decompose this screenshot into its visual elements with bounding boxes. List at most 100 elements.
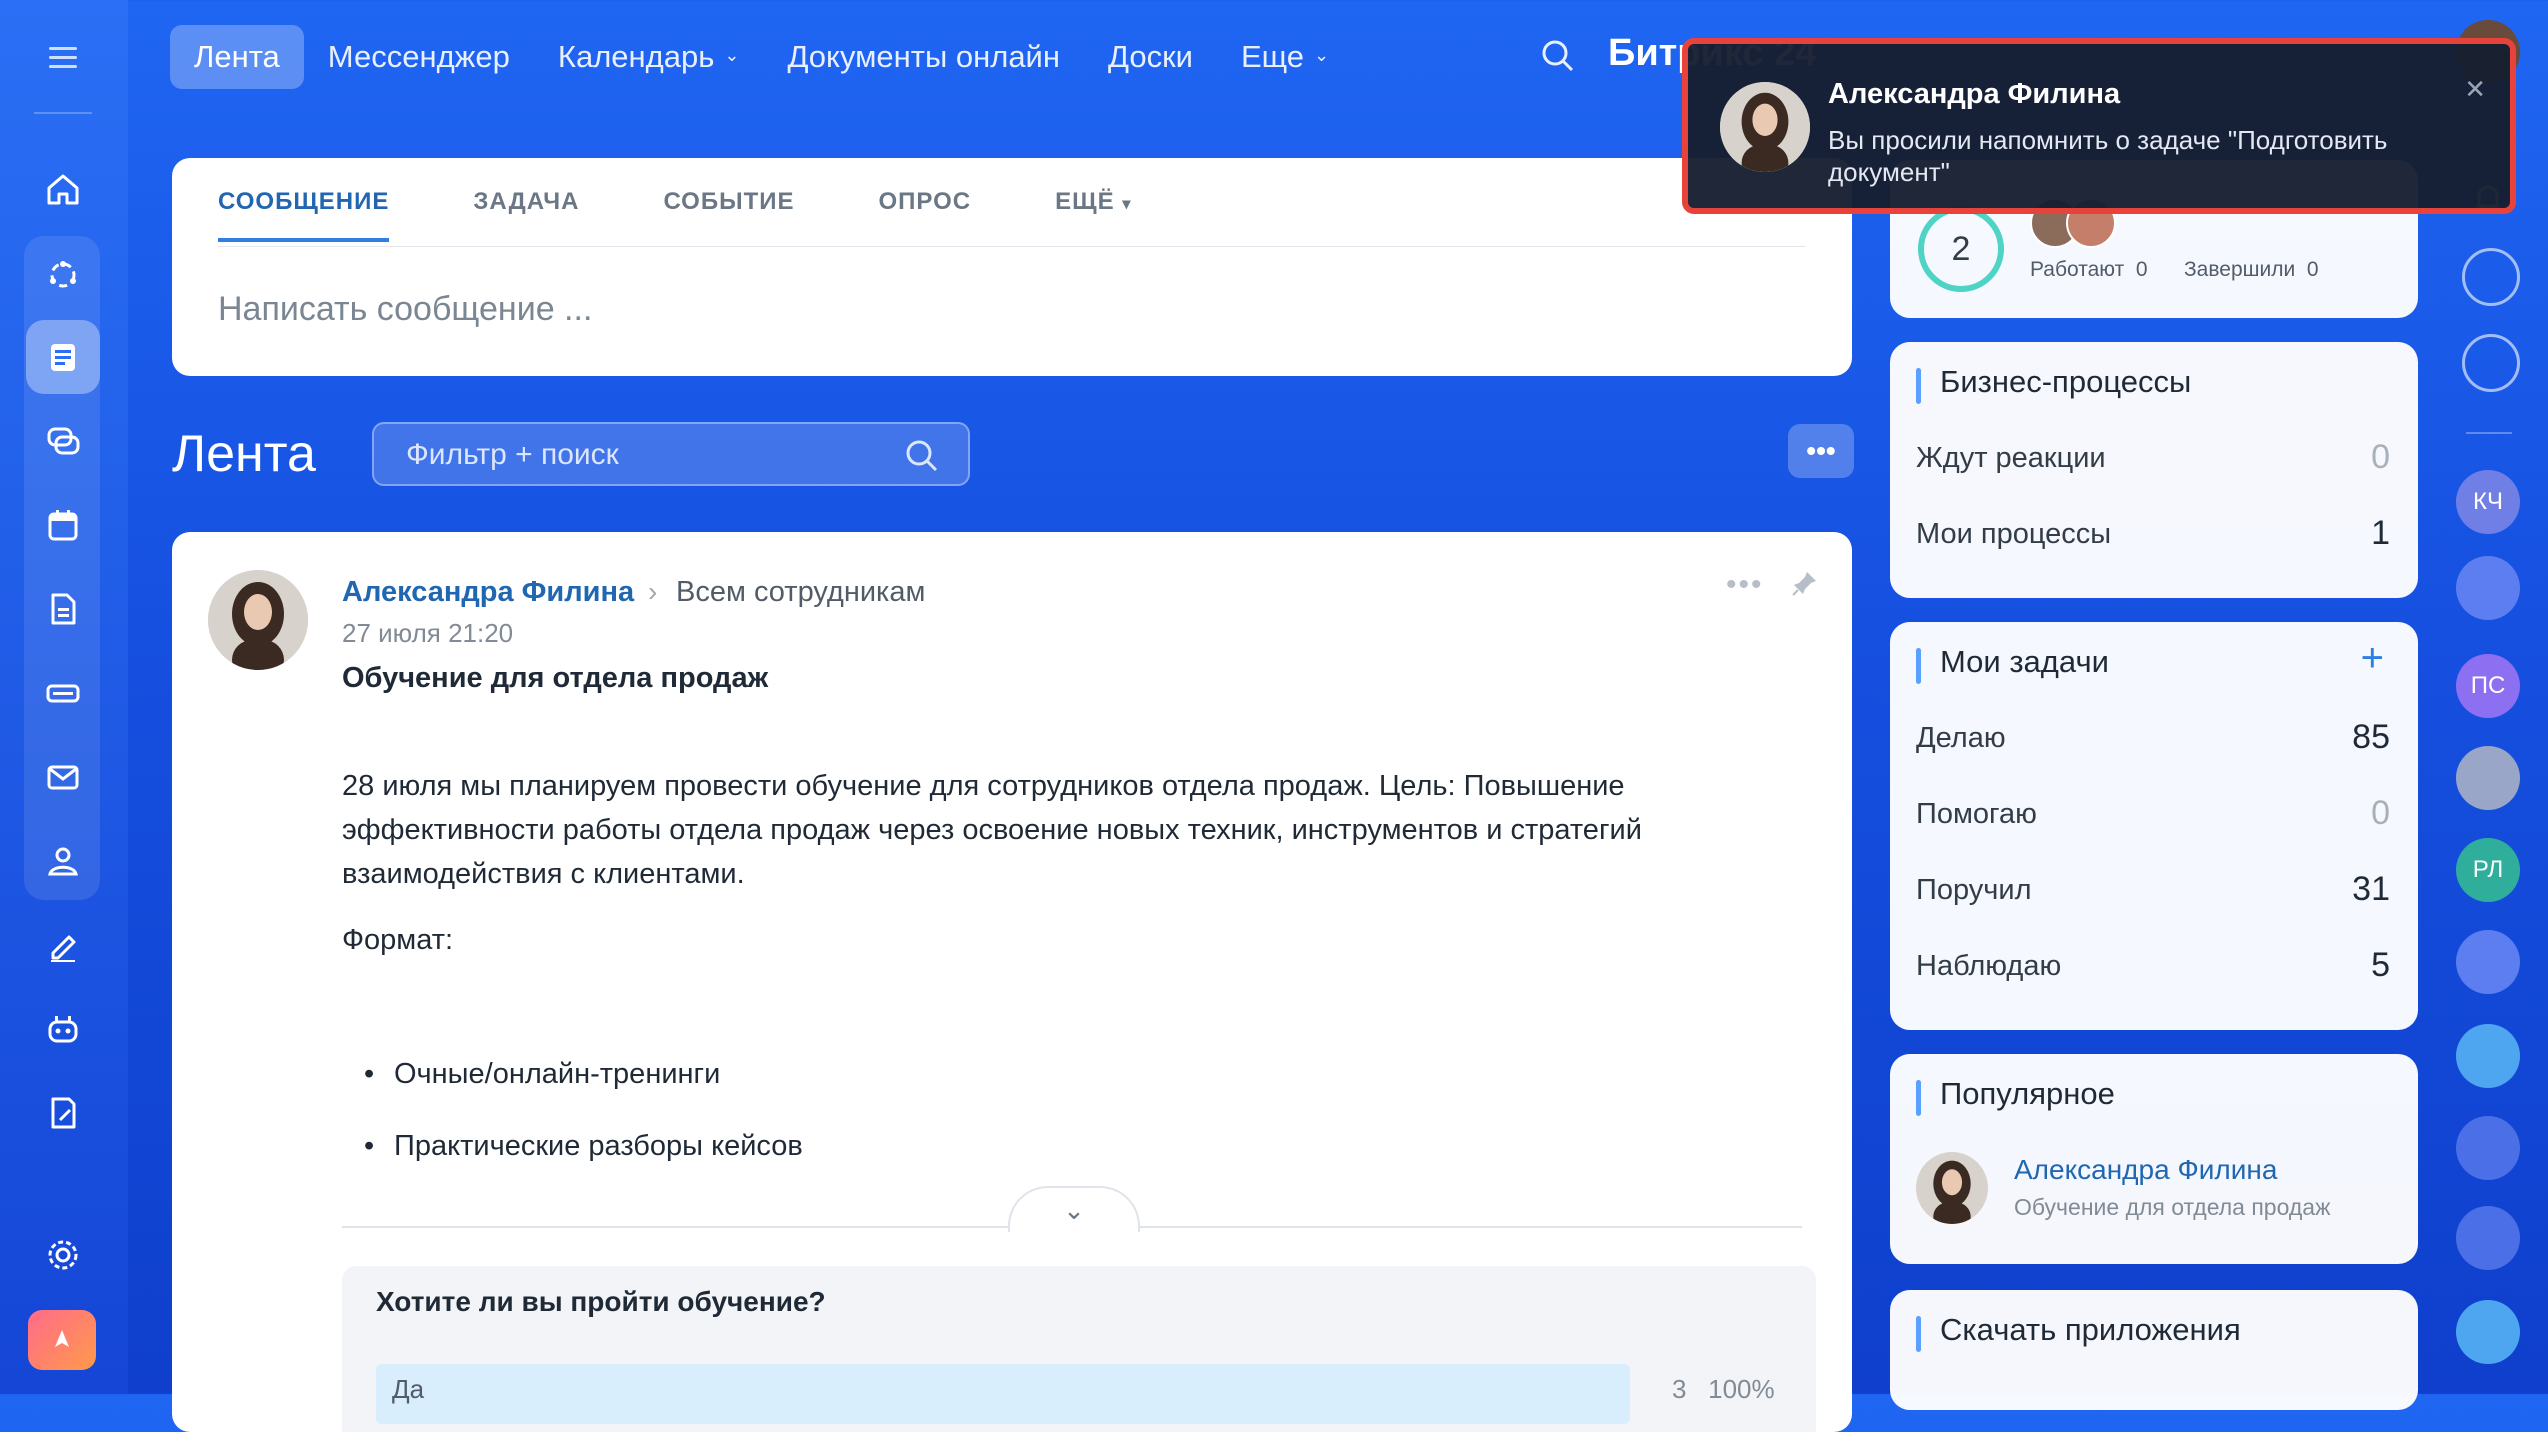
chat-avatar[interactable]: РЛ xyxy=(2456,838,2520,902)
lock-icon[interactable] xyxy=(2456,1116,2520,1180)
nav-item-feed[interactable]: Лента xyxy=(170,25,304,89)
add-task-button[interactable]: + xyxy=(2361,636,2384,681)
pin-icon[interactable] xyxy=(1790,568,1820,603)
settings-icon[interactable] xyxy=(26,1218,100,1292)
poll-question: Хотите ли вы пройти обучение? xyxy=(376,1286,826,1317)
tasks-watching-label[interactable]: Наблюдаю xyxy=(1916,950,2061,983)
robot-icon[interactable] xyxy=(26,992,100,1066)
reminder-notification[interactable]: Александра Филина Вы просили напомнить о… xyxy=(1682,38,2516,214)
activity-icon[interactable] xyxy=(2462,248,2520,306)
bp-mine-label[interactable]: Мои процессы xyxy=(1916,518,2111,551)
close-icon[interactable]: ✕ xyxy=(2464,74,2486,105)
sign-icon[interactable] xyxy=(26,908,100,982)
post-title: Обучение для отдела продаж xyxy=(342,662,769,694)
filter-placeholder: Фильтр + поиск xyxy=(406,438,619,471)
tab-event[interactable]: СОБЫТИЕ xyxy=(663,188,794,242)
calendar-icon[interactable] xyxy=(26,488,100,562)
search-icon[interactable] xyxy=(902,436,942,481)
list-item: Практические разборы кейсов xyxy=(364,1130,803,1163)
accent-bar xyxy=(1916,1080,1921,1116)
nav-item-calendar[interactable]: Календарь ⌄ xyxy=(534,25,764,89)
widget-title: Популярное xyxy=(1940,1076,2115,1111)
drive-icon[interactable] xyxy=(26,656,100,730)
poll-option-label: Да xyxy=(392,1374,425,1404)
nav-item-more[interactable]: Еще ⌄ xyxy=(1217,25,1353,89)
working-stat: Работают 0 xyxy=(2030,258,2148,282)
chat-avatar[interactable] xyxy=(2456,746,2520,810)
chat-avatar[interactable]: ПС xyxy=(2456,654,2520,718)
menu-icon[interactable] xyxy=(26,20,100,94)
nav-item-messenger[interactable]: Мессенджер xyxy=(304,25,534,89)
widget-title[interactable]: Бизнес-процессы xyxy=(1940,364,2191,400)
working-value: 0 xyxy=(2135,258,2148,281)
widget-title: Скачать приложения xyxy=(1940,1312,2241,1347)
widget-title[interactable]: Мои задачи xyxy=(1940,644,2109,680)
expand-post-button[interactable]: ⌄ xyxy=(1008,1186,1140,1232)
more-options-button[interactable]: ••• xyxy=(1788,424,1854,478)
home-icon[interactable] xyxy=(26,152,100,226)
bot-icon[interactable] xyxy=(2456,1024,2520,1088)
tasks-helping-label[interactable]: Помогаю xyxy=(1916,798,2037,831)
chat-avatar[interactable]: КЧ xyxy=(2456,470,2520,534)
my-tasks-widget: Мои задачи + Делаю 85 Помогаю 0 Поручил … xyxy=(1890,622,2418,1030)
tab-more[interactable]: ЕЩЁ ▾ xyxy=(1055,188,1131,242)
filter-search-input[interactable]: Фильтр + поиск xyxy=(372,422,970,486)
business-processes-widget: Бизнес-процессы Ждут реакции 0 Мои проце… xyxy=(1890,342,2418,598)
nav-item-label: Мессенджер xyxy=(327,39,510,74)
employees-icon[interactable] xyxy=(26,824,100,898)
tasks-doing-label[interactable]: Делаю xyxy=(1916,722,2006,755)
nav-item-boards[interactable]: Доски xyxy=(1084,25,1217,89)
composer-tabs: СООБЩЕНИЕ ЗАДАЧА СОБЫТИЕ ОПРОС ЕЩЁ ▾ xyxy=(218,188,1131,242)
search-icon[interactable] xyxy=(1538,36,1578,81)
post-destination[interactable]: Всем сотрудникам xyxy=(676,576,925,609)
group-chat-icon[interactable] xyxy=(2456,930,2520,994)
notification-title: Александра Филина xyxy=(1828,78,2121,110)
support-icon[interactable] xyxy=(2456,1300,2520,1364)
feed-icon[interactable] xyxy=(26,320,100,394)
accent-bar xyxy=(1916,648,1921,684)
lock-icon[interactable] xyxy=(2456,1206,2520,1270)
nav-item-documents[interactable]: Документы онлайн xyxy=(763,25,1084,89)
edit-doc-icon[interactable] xyxy=(26,1076,100,1150)
author-avatar[interactable] xyxy=(208,570,308,670)
post-menu-icon[interactable]: ••• xyxy=(1726,568,1764,602)
post-date[interactable]: 27 июля 21:20 xyxy=(342,618,513,649)
rocket-icon[interactable] xyxy=(28,1310,96,1370)
bp-waiting-label[interactable]: Ждут реакции xyxy=(1916,442,2106,475)
message-input[interactable]: Написать сообщение ... xyxy=(218,290,592,329)
nav-item-label: Лента xyxy=(194,39,280,74)
tab-task[interactable]: ЗАДАЧА xyxy=(473,188,579,242)
poll-option-count: 3 100% xyxy=(1672,1374,1775,1405)
chevron-down-icon: ⌄ xyxy=(724,44,740,65)
mail-icon[interactable] xyxy=(26,740,100,814)
caret-down-icon: ▾ xyxy=(1122,196,1132,213)
post-composer: СООБЩЕНИЕ ЗАДАЧА СОБЫТИЕ ОПРОС ЕЩЁ ▾ Нап… xyxy=(172,158,1852,376)
poll-option-bar[interactable] xyxy=(376,1364,1630,1424)
tasks-assigned-label[interactable]: Поручил xyxy=(1916,874,2032,907)
group-chat-icon[interactable] xyxy=(2456,556,2520,620)
exchange-icon[interactable] xyxy=(2462,334,2520,392)
popular-author[interactable]: Александра Филина xyxy=(2014,1154,2277,1186)
feed-post: Александра Филина › Всем сотрудникам 27 … xyxy=(172,532,1852,1432)
top-nav: Лента Мессенджер Календарь ⌄ Документы он… xyxy=(170,22,1353,92)
tab-more-label: ЕЩЁ xyxy=(1055,188,1115,215)
avatar xyxy=(1720,82,1810,172)
tasks-assigned-value: 31 xyxy=(2352,870,2390,908)
done-value: 0 xyxy=(2306,258,2319,281)
efficiency-counter[interactable]: 2 xyxy=(1918,206,2004,292)
crm-icon[interactable] xyxy=(26,238,100,312)
poll-percent: 100% xyxy=(1708,1374,1775,1404)
divider xyxy=(218,246,1806,247)
nav-item-label: Доски xyxy=(1108,39,1193,74)
post-author[interactable]: Александра Филина xyxy=(342,576,634,609)
document-icon[interactable] xyxy=(26,572,100,646)
poll-count: 3 xyxy=(1672,1374,1687,1404)
tab-message[interactable]: СООБЩЕНИЕ xyxy=(218,188,390,242)
popular-subtitle[interactable]: Обучение для отдела продаж xyxy=(2014,1194,2331,1221)
avatar[interactable] xyxy=(1916,1152,1988,1224)
accent-bar xyxy=(1916,1316,1921,1352)
tab-poll[interactable]: ОПРОС xyxy=(879,188,972,242)
chat-icon[interactable] xyxy=(26,404,100,478)
post-format-label: Формат: xyxy=(342,924,454,956)
download-apps-widget: Скачать приложения xyxy=(1890,1290,2418,1410)
